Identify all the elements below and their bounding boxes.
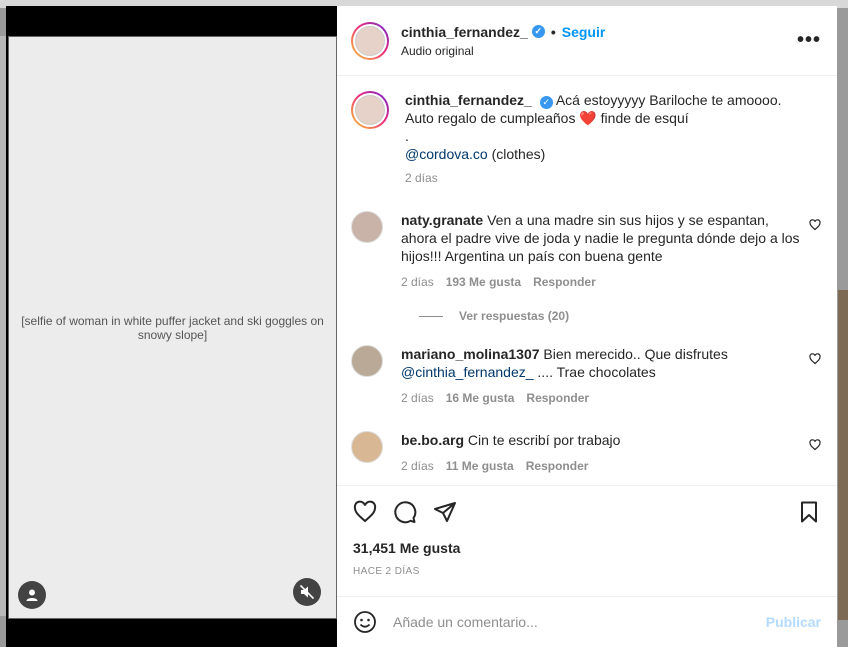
comment-text: Cin te escribí por trabajo [467,432,621,448]
comment-text-continued: .... Trae chocolates [537,364,656,380]
publish-button[interactable]: Publicar [766,614,821,630]
like-heart-icon[interactable] [353,500,377,524]
emoji-smiley-icon[interactable] [353,610,377,634]
post-header: cinthia_fernandez_ ✓ • Seguir Audio orig… [337,6,837,76]
comment-time[interactable]: 2 días [401,273,434,291]
replies-divider [419,315,443,317]
comment-text: Bien merecido.. Que disfrutes [543,346,728,362]
user-icon [26,589,38,601]
caption-line-3: . [405,128,409,144]
verified-badge-icon: ✓ [539,95,553,109]
comment-likes[interactable]: 11 Me gusta [446,457,514,475]
comment-reply-button[interactable]: Responder [526,457,589,475]
caption-time[interactable]: 2 días [405,169,438,187]
caption-mention-suffix: (clothes) [487,146,546,162]
author-avatar[interactable] [351,21,389,60]
comment-username[interactable]: be.bo.arg [401,432,464,448]
comment-avatar[interactable] [351,431,383,463]
caption-line-2: Auto regalo de cumpleaños ❤️ finde de es… [405,110,689,126]
caption: cinthia_fernandez_ ✓ Acá estoyyyyy Baril… [351,91,821,187]
comment-time[interactable]: 2 días [401,457,434,475]
comment-likes[interactable]: 16 Me gusta [446,389,515,407]
follow-button[interactable]: Seguir [562,24,606,40]
comment-bubble-icon[interactable] [393,500,417,524]
tagged-users-button[interactable] [18,581,46,609]
comment-username[interactable]: mariano_molina1307 [401,346,540,362]
caption-line-1: Acá estoyyyyy Bariloche te amoooo. [555,92,782,108]
author-username[interactable]: cinthia_fernandez_ [401,24,528,40]
comments-list: cinthia_fernandez_ ✓ Acá estoyyyyy Baril… [337,77,837,485]
save-bookmark-icon[interactable] [797,500,821,524]
comment-row: be.bo.arg Cin te escribí por trabajo 2 d… [351,431,821,475]
separator-dot: • [550,23,556,40]
post-timestamp[interactable]: HACE 2 DÍAS [353,566,821,577]
comment-likes[interactable]: 193 Me gusta [446,273,521,291]
comment-avatar[interactable] [351,345,383,377]
post-actions: 31,451 Me gusta HACE 2 DÍAS [337,485,837,577]
caption-avatar[interactable] [351,91,389,129]
audio-label[interactable]: Audio original [401,44,605,58]
comment-row: naty.granate Ven a una madre sin sus hij… [351,211,821,291]
caption-username[interactable]: cinthia_fernandez_ [405,92,532,108]
view-replies-label: Ver respuestas (20) [459,309,570,323]
background-post-right [838,290,848,620]
post-video[interactable]: [selfie of woman in white puffer jacket … [8,36,337,619]
post-modal: [selfie of woman in white puffer jacket … [6,6,837,647]
video-placeholder-label: [selfie of woman in white puffer jacket … [21,313,324,342]
share-paper-plane-icon[interactable] [433,500,457,524]
comment-reply-button[interactable]: Responder [533,273,596,291]
verified-badge-icon: ✓ [531,25,545,38]
comment-username[interactable]: naty.granate [401,212,483,228]
avatar-photo [355,25,385,56]
view-replies-button[interactable]: Ver respuestas (20) [419,309,821,323]
comment-mention-link[interactable]: @cinthia_fernandez_ [401,364,534,380]
mute-button[interactable] [293,578,321,606]
post-media: [selfie of woman in white puffer jacket … [6,6,337,647]
muted-speaker-icon [299,584,315,600]
comment-like-heart-icon[interactable] [809,439,821,451]
comment-like-heart-icon[interactable] [809,353,821,365]
likes-count[interactable]: 31,451 Me gusta [353,540,821,556]
comment-input[interactable]: Añade un comentario... [393,614,766,630]
comment-row: mariano_molina1307 Bien merecido.. Que d… [351,345,821,407]
post-sidebar: cinthia_fernandez_ ✓ • Seguir Audio orig… [337,6,837,647]
caption-mention-link[interactable]: @cordova.co [405,146,488,162]
more-options-icon[interactable]: ••• [797,29,821,52]
comment-like-heart-icon[interactable] [809,219,821,231]
comment-avatar[interactable] [351,211,383,243]
add-comment-bar: Añade un comentario... Publicar [337,596,837,647]
comment-reply-button[interactable]: Responder [526,389,589,407]
comment-time[interactable]: 2 días [401,389,434,407]
